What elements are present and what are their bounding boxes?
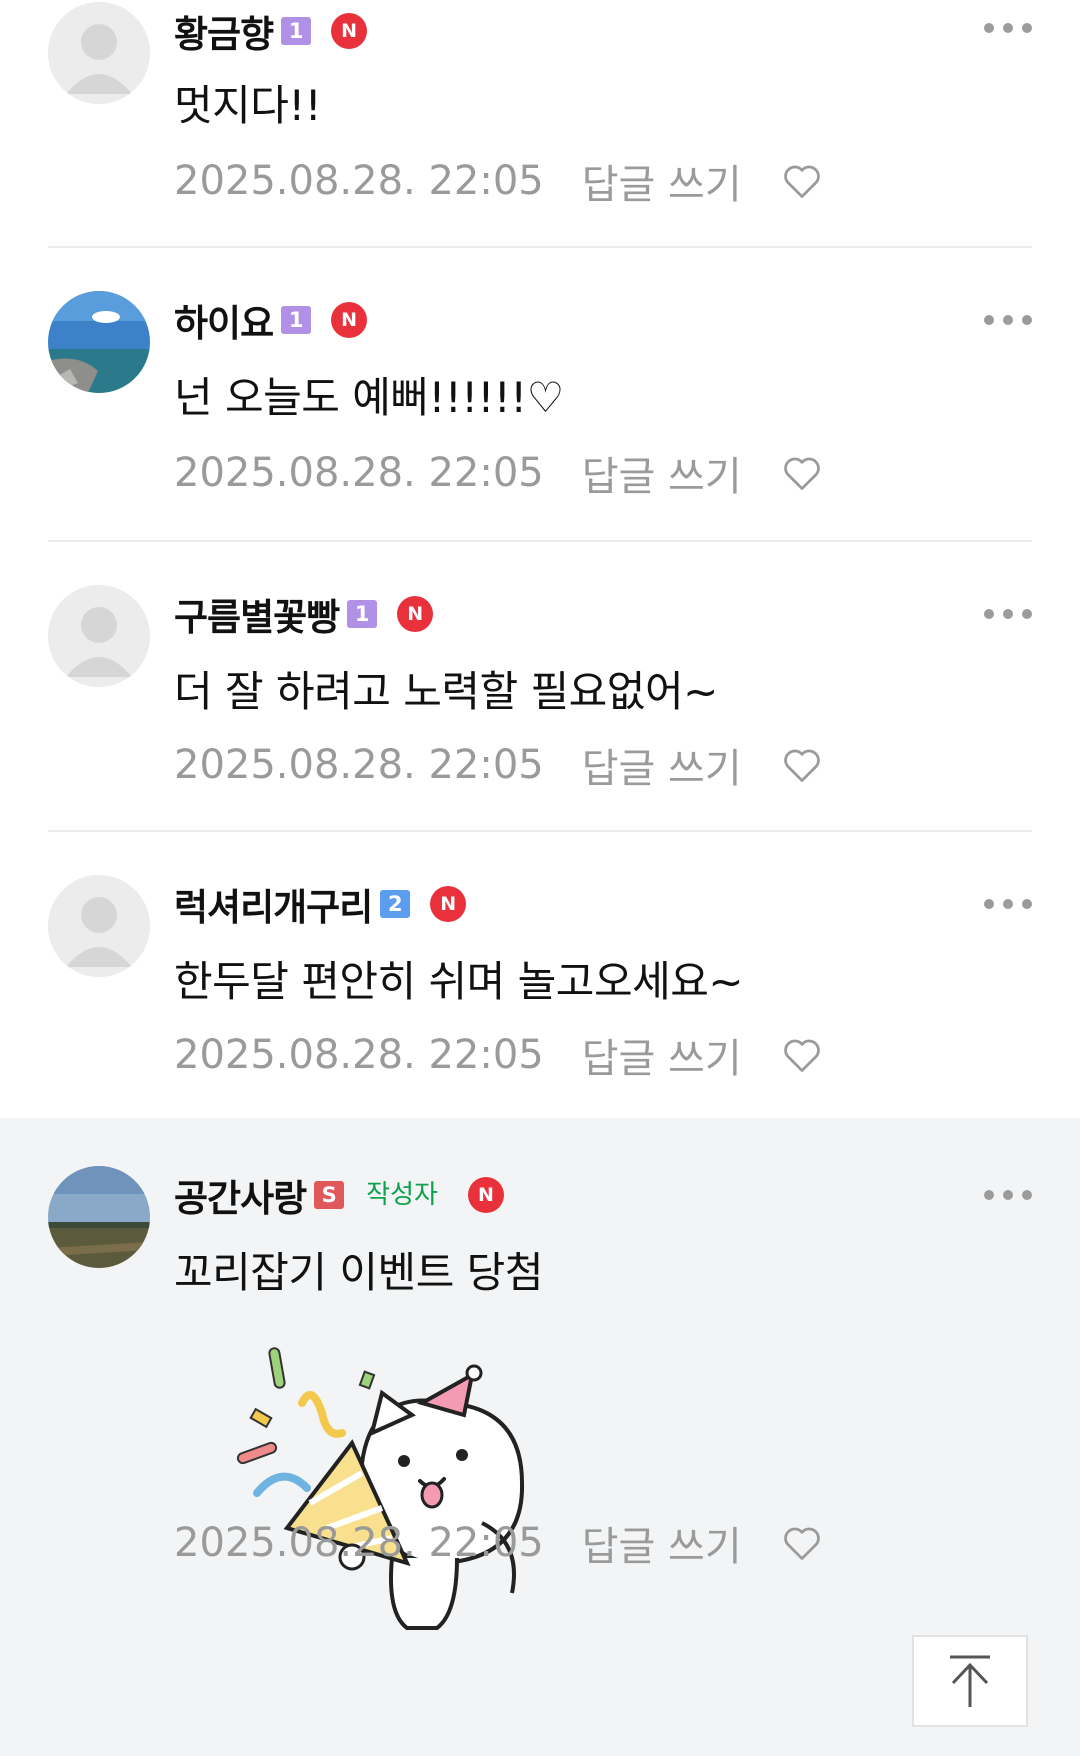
comment-item: 하이요 1 N 넌 오늘도 예뻐!!!!!!♡ 2025.08.28. 22:0… (0, 248, 1080, 542)
avatar[interactable] (48, 585, 150, 687)
comment-item: 구름별꽃빵 1 N 더 잘 하려고 노력할 필요없어~ 2025.08.28. … (0, 542, 1080, 832)
nickname[interactable]: 럭셔리개구리 (174, 877, 373, 931)
grade-badge: 1 (281, 306, 312, 334)
grade-badge: 1 (281, 17, 312, 45)
grade-badge: S (314, 1181, 345, 1209)
comment-text: 멋지다!! (174, 81, 322, 130)
comment-item: 황금향 1 N 멋지다!! 2025.08.28. 22:05 답글 쓰기 (0, 0, 1080, 248)
heart-icon[interactable] (780, 1521, 824, 1565)
field-photo-avatar (48, 1166, 150, 1268)
comment-text: 넌 오늘도 예뻐!!!!!!♡ (174, 373, 564, 422)
reply-button[interactable]: 답글 쓰기 (582, 152, 742, 210)
comment-text: 꼬리잡기 이벤트 당첨 (174, 1248, 543, 1297)
scroll-top-icon (950, 1655, 990, 1707)
comment-item: 럭셔리개구리 2 N 한두달 편안히 쉬며 놀고오세요~ 2025.08.28.… (0, 832, 1080, 1118)
grade-badge: 1 (347, 600, 378, 628)
comment-date: 2025.08.28. 22:05 (174, 158, 544, 204)
nickname[interactable]: 구름별꽃빵 (174, 587, 340, 641)
comment-date: 2025.08.28. 22:05 (174, 1520, 544, 1566)
person-icon (48, 585, 150, 687)
new-badge-icon: N (331, 13, 368, 49)
new-badge-icon: N (331, 302, 368, 338)
new-badge-icon: N (467, 1177, 504, 1213)
heart-icon[interactable] (780, 451, 824, 495)
avatar[interactable] (48, 2, 150, 104)
reply-button[interactable]: 답글 쓰기 (582, 736, 742, 794)
reply-button[interactable]: 답글 쓰기 (582, 1026, 742, 1084)
comment-date: 2025.08.28. 22:05 (174, 742, 544, 788)
more-icon[interactable] (984, 899, 1032, 909)
scroll-top-button[interactable] (912, 1635, 1028, 1727)
heart-icon[interactable] (780, 159, 824, 203)
writer-tag: 작성자 (366, 1180, 438, 1210)
new-badge-icon: N (397, 596, 434, 632)
heart-icon[interactable] (780, 743, 824, 787)
cat-party-sticker (236, 1347, 525, 1630)
more-icon[interactable] (984, 1190, 1032, 1200)
comment-date: 2025.08.28. 22:05 (174, 450, 544, 496)
nickname[interactable]: 공간사랑 (174, 1168, 307, 1222)
nickname[interactable]: 하이요 (174, 293, 274, 347)
nickname[interactable]: 황금향 (174, 4, 274, 58)
new-badge-icon: N (430, 886, 467, 922)
comment-text: 한두달 편안히 쉬며 놀고오세요~ (174, 957, 744, 1006)
sea-photo-avatar (48, 291, 150, 393)
more-icon[interactable] (984, 609, 1032, 619)
avatar[interactable] (48, 875, 150, 977)
more-icon[interactable] (984, 23, 1032, 33)
comment-date: 2025.08.28. 22:05 (174, 1032, 544, 1078)
reply-button[interactable]: 답글 쓰기 (582, 444, 742, 502)
heart-icon[interactable] (780, 1033, 824, 1077)
reply-button[interactable]: 답글 쓰기 (582, 1514, 742, 1572)
more-icon[interactable] (984, 315, 1032, 325)
person-icon (48, 875, 150, 977)
comment-text: 더 잘 하려고 노력할 필요없어~ (174, 667, 718, 716)
grade-badge: 2 (380, 890, 411, 918)
avatar[interactable] (48, 291, 150, 393)
person-icon (48, 2, 150, 104)
avatar[interactable] (48, 1166, 150, 1268)
